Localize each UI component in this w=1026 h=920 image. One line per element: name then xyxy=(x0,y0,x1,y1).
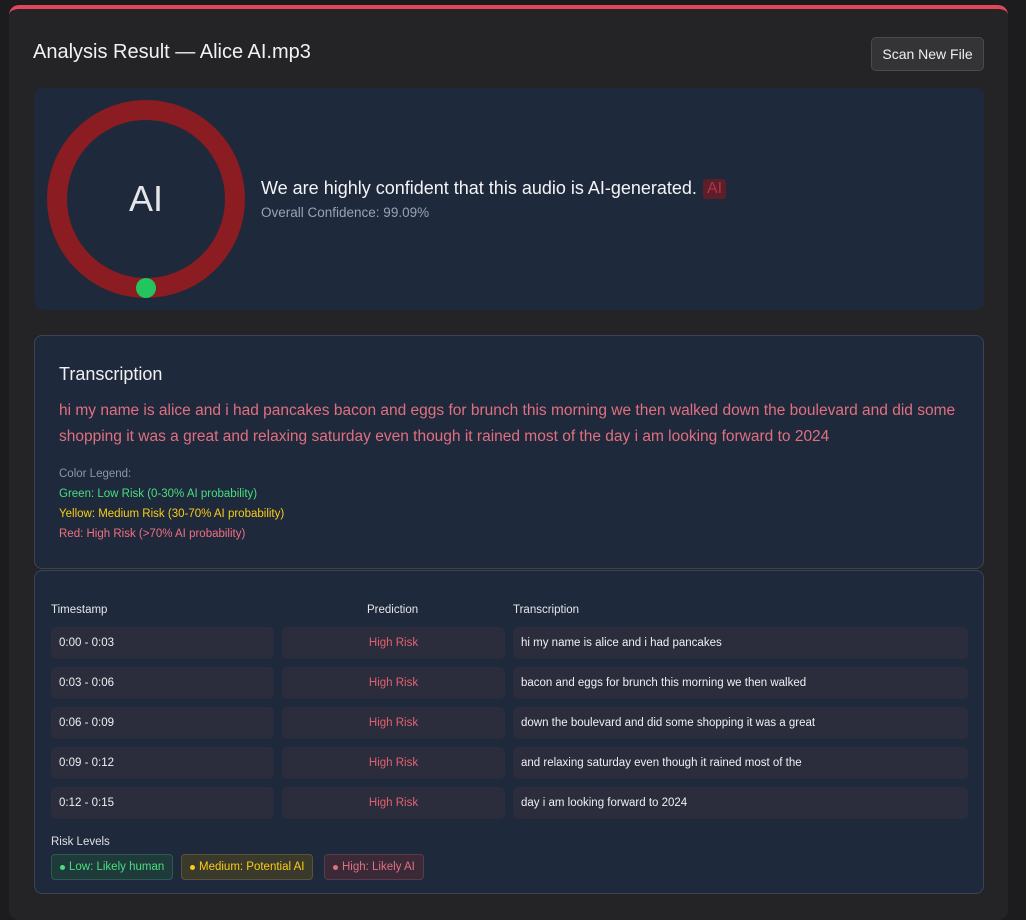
transcription-cell: day i am looking forward to 2024 xyxy=(513,787,968,819)
timestamp-cell: 0:06 - 0:09 xyxy=(51,707,274,739)
risk-pill-medium: Medium: Potential AI xyxy=(181,854,314,880)
prediction-cell: High Risk xyxy=(282,707,505,739)
prediction-cell: High Risk xyxy=(282,627,505,659)
risk-levels-title: Risk Levels xyxy=(51,836,110,848)
transcription-card: Transcription hi my name is alice and i … xyxy=(34,335,984,569)
table-row: 0:12 - 0:15 High Risk day i am looking f… xyxy=(51,787,968,819)
table-row: 0:06 - 0:09 High Risk down the boulevard… xyxy=(51,707,968,739)
result-summary-card: AI We are highly confident that this aud… xyxy=(34,88,984,310)
risk-pill-high: High: Likely AI xyxy=(324,854,424,880)
legend-red: Red: High Risk (>70% AI probability) xyxy=(59,528,246,540)
risk-high-label: High: Likely AI xyxy=(342,861,415,873)
table-row: 0:00 - 0:03 High Risk hi my name is alic… xyxy=(51,627,968,659)
risk-pill-low: Low: Likely human xyxy=(51,854,174,880)
timestamp-cell: 0:00 - 0:03 xyxy=(51,627,274,659)
legend-green: Green: Low Risk (0-30% AI probability) xyxy=(59,488,258,500)
transcription-cell: hi my name is alice and i had pancakes xyxy=(513,627,968,659)
prediction-cell: High Risk xyxy=(282,747,505,779)
analysis-panel: Analysis Result — Alice AI.mp3 Scan New … xyxy=(9,5,1008,920)
overall-confidence: Overall Confidence: 99.09% xyxy=(261,205,430,220)
transcription-title: Transcription xyxy=(59,364,163,384)
prediction-cell: High Risk xyxy=(282,667,505,699)
header-timestamp: Timestamp xyxy=(51,604,108,616)
color-legend-title: Color Legend: xyxy=(59,468,132,480)
table-row: 0:09 - 0:12 High Risk and relaxing satur… xyxy=(51,747,968,779)
green-dot-icon xyxy=(60,864,65,870)
table-row: 0:03 - 0:06 High Risk bacon and eggs for… xyxy=(51,667,968,699)
segments-table-card: Timestamp Prediction Transcription 0:00 … xyxy=(34,570,984,894)
legend-yellow: Yellow: Medium Risk (30-70% AI probabili… xyxy=(59,508,285,520)
timestamp-cell: 0:03 - 0:06 xyxy=(51,667,274,699)
transcription-cell: down the boulevard and did some shopping… xyxy=(513,707,968,739)
transcription-text: hi my name is alice and i had pancakes b… xyxy=(59,402,956,445)
yellow-dot-icon xyxy=(190,864,195,870)
scan-new-file-button[interactable]: Scan New File xyxy=(871,37,984,71)
header-transcription: Transcription xyxy=(513,604,580,616)
verdict-line: We are highly confident that this audio … xyxy=(261,178,727,199)
risk-medium-label: Medium: Potential AI xyxy=(199,861,305,873)
transcription-cell: bacon and eggs for brunch this morning w… xyxy=(513,667,968,699)
ai-badge: AI xyxy=(702,178,727,199)
prediction-cell: High Risk xyxy=(282,787,505,819)
transcription-cell: and relaxing saturday even though it rai… xyxy=(513,747,968,779)
page-title: Analysis Result — Alice AI.mp3 xyxy=(33,41,311,63)
red-dot-icon xyxy=(333,864,338,870)
timestamp-cell: 0:09 - 0:12 xyxy=(51,747,274,779)
risk-low-label: Low: Likely human xyxy=(69,861,165,873)
ring-label: AI xyxy=(128,178,163,219)
header-prediction: Prediction xyxy=(367,604,419,616)
verdict-text: We are highly confident that this audio … xyxy=(261,178,697,198)
timestamp-cell: 0:12 - 0:15 xyxy=(51,787,274,819)
